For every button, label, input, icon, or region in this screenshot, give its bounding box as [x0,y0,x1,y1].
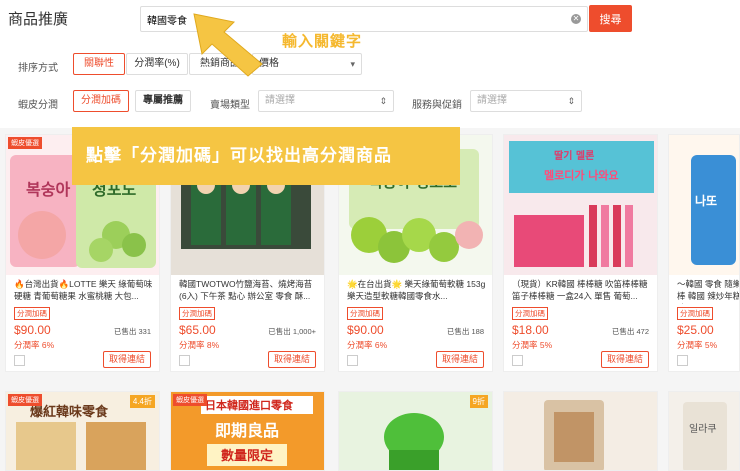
preferred-badge: 蝦皮優選 [8,137,42,149]
exclusive-recommend-chip[interactable]: 專屬推薦 [135,90,191,112]
select-checkbox[interactable] [179,355,190,366]
image-caption: 爆紅韓味零食 [30,404,109,420]
commission-boost-chip[interactable]: 分潤加碼 [73,90,129,112]
product-image[interactable]: 딸기 멜론 멜로디가 나와요 [504,135,657,275]
svg-text:數量限定: 數量限定 [221,448,273,464]
seller-type-select[interactable]: 請選擇 ⇕ [258,90,394,112]
service-select[interactable]: 請選擇 ⇕ [470,90,582,112]
svg-text:나또: 나또 [695,193,717,208]
product-card[interactable]: 日本韓國進口零食 即期良品 數量限定 蝦皮優選 [170,391,325,471]
product-card[interactable]: 일라쿠 [668,391,740,471]
commission-rate: 分潤率 5% [512,340,553,350]
product-name[interactable]: 🌟在台出貨🌟 樂天綠葡萄軟糖 153g 樂天造型軟糖韓國零食水... [347,278,487,304]
product-image-art: 일라쿠 [669,392,739,470]
preferred-badge: 蝦皮優選 [8,394,42,406]
product-name[interactable]: ～韓國 零食 隨樂棒 韓國 辣炒年糕味 [677,278,739,304]
sold-count: 已售出 472 [611,327,649,336]
commission-rate: 分潤率 5% [677,340,718,350]
top-bar: 商品推廣 ✕ 搜尋 [0,0,740,40]
commission-rate: 分潤率 6% [14,340,55,350]
get-link-button[interactable]: 取得連結 [102,351,151,368]
product-name[interactable]: 🔥台灣出貨🔥LOTTE 樂天 綠葡萄味硬糖 青葡萄糖果 水蜜桃糖 大包... [14,278,154,304]
svg-text:딸기 멜론: 딸기 멜론 [554,149,594,162]
product-image[interactable]: 나또 [669,135,739,275]
product-image-art [504,392,657,470]
page-title: 商品推廣 [8,11,69,28]
stepper-icon: ⇕ [567,96,575,106]
sold-count: 已售出 331 [113,327,151,336]
product-card[interactable]: 나또 ～韓國 零食 隨樂棒 韓國 辣炒年糕味 分潤加碼 $25.00 分潤率 5… [668,134,740,372]
preferred-badge: 蝦皮優選 [173,394,207,406]
discount-badge: 4.4折 [129,395,155,408]
commission-boost-tag: 分潤加碼 [677,307,713,320]
select-checkbox[interactable] [14,355,25,366]
search-button[interactable]: 搜尋 [589,5,632,32]
sort-commission-rate[interactable]: 分潤率(%) [126,53,188,75]
product-image-art: 나또 [669,135,739,275]
commission-annotation-banner: 點擊「分潤加碼」可以找出高分潤商品 [72,127,460,185]
product-name[interactable]: 韓國TWOTWO竹鹽海苔、燒烤海苔(6入) 下午茶 點心 辦公室 零食 酥... [179,278,319,304]
discount-badge: 9折 [469,395,488,408]
commission-boost-tag: 分潤加碼 [347,307,383,320]
shopee-commission-label: 蝦皮分潤 [18,100,58,111]
product-name[interactable]: （現貨）KR韓國 棒棒糖 吹笛棒棒糖 笛子棒棒糖 一盒24入 單售 葡萄... [512,278,652,304]
product-card[interactable]: 9折 [338,391,493,471]
clear-icon[interactable]: ✕ [571,14,581,24]
get-link-button[interactable]: 取得連結 [435,351,484,368]
svg-text:복숭아: 복숭아 [26,180,70,199]
select-checkbox[interactable] [677,355,688,366]
service-placeholder: 請選擇 [477,95,507,106]
product-card[interactable]: 딸기 멜론 멜로디가 나와요 （現貨）KR韓國 棒棒糖 吹笛棒棒糖 笛子棒棒糖 … [503,134,658,372]
get-link-button[interactable]: 取得連結 [267,351,316,368]
product-price: $25.00 [677,323,714,337]
product-image-art: 딸기 멜론 멜로디가 나와요 [504,135,657,275]
commission-boost-tag: 分潤加碼 [14,307,50,320]
svg-text:日本韓國進口零食: 日本韓國進口零食 [205,398,294,412]
commission-boost-tag: 分潤加碼 [179,307,215,320]
commission-rate: 分潤率 8% [179,340,220,350]
product-card[interactable]: 爆紅韓味零食 蝦皮優選 4.4折 [5,391,160,471]
sort-label: 排序方式 [18,63,58,74]
service-label: 服務與促銷 [412,100,462,111]
seller-type-placeholder: 請選擇 [265,95,295,106]
product-price: $90.00 [14,323,51,337]
product-card[interactable] [503,391,658,471]
product-price: $90.00 [347,323,384,337]
commission-rate: 分潤率 6% [347,340,388,350]
sold-count: 已售出 1,000+ [268,327,316,336]
svg-text:멜로디가 나와요: 멜로디가 나와요 [544,168,619,182]
sold-count: 已售出 188 [446,327,484,336]
product-price: $65.00 [179,323,216,337]
product-price: $18.00 [512,323,549,337]
select-checkbox[interactable] [347,355,358,366]
stepper-icon: ⇕ [379,96,387,106]
select-checkbox[interactable] [512,355,523,366]
filter-panel: 排序方式 關聯性 分潤率(%) 熱銷商品 價格 ▾ 蝦皮分潤 分潤加碼 專屬推薦… [0,40,740,128]
seller-type-label: 賣場類型 [210,100,250,111]
svg-text:即期良品: 即期良品 [215,421,279,440]
svg-text:일라쿠: 일라쿠 [689,423,717,435]
search-annotation: 輸入關鍵字 [282,33,363,50]
get-link-button[interactable]: 取得連結 [600,351,649,368]
sort-relevance[interactable]: 關聯性 [73,53,125,75]
commission-boost-tag: 分潤加碼 [512,307,548,320]
chevron-down-icon: ▾ [350,59,355,69]
